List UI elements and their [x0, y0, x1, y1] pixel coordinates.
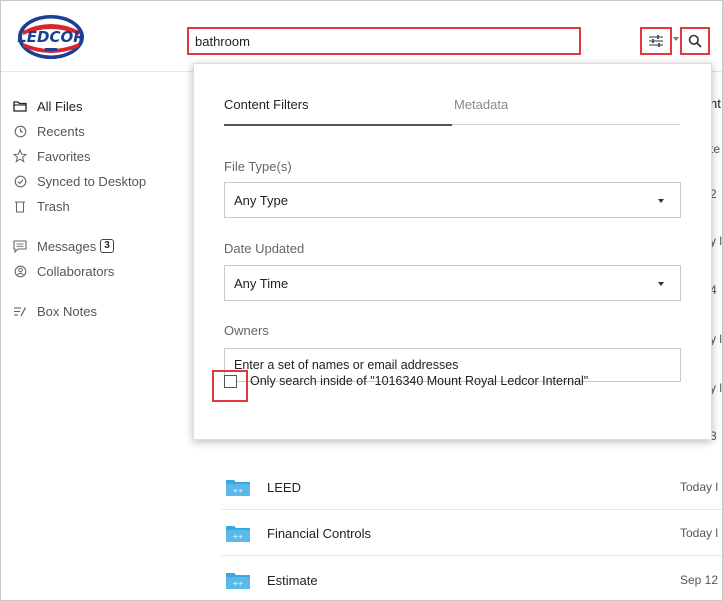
file-row[interactable]: ꔰꔰ LEED Today l	[222, 465, 722, 510]
owners-label: Owners	[224, 323, 269, 338]
sliders-icon	[649, 35, 663, 47]
chevron-down-icon	[658, 282, 664, 286]
messages-count-badge: 3	[100, 239, 114, 253]
file-type-label: File Type(s)	[224, 159, 292, 174]
date-updated-select[interactable]: Any Time	[224, 265, 681, 301]
sidebar-item-label: Synced to Desktop	[37, 173, 147, 189]
shared-folder-icon: ꔰꔰ	[226, 526, 250, 542]
date-updated-value: Any Time	[234, 275, 289, 291]
chevron-down-icon	[658, 199, 664, 203]
file-type-value: Any Type	[234, 192, 288, 208]
file-updated: Sep 12	[680, 573, 719, 587]
sidebar-item-label: Collaborators	[37, 263, 115, 279]
ledcor-logo[interactable]: LEDCOR	[15, 13, 87, 61]
sidebar-item-label: Favorites	[37, 148, 91, 164]
sidebar-item-trash[interactable]: Trash	[13, 196, 70, 216]
check-circle-icon	[13, 174, 27, 188]
sidebar-item-messages[interactable]: Messages 3	[13, 236, 114, 256]
file-updated: Today l	[680, 480, 719, 494]
search-button[interactable]	[680, 27, 710, 55]
scope-checkbox[interactable]	[224, 375, 237, 388]
tab-divider	[452, 124, 680, 125]
sidebar-item-all-files[interactable]: All Files	[13, 96, 83, 116]
star-icon	[13, 149, 27, 163]
file-type-select[interactable]: Any Type	[224, 182, 681, 218]
search-icon	[688, 34, 702, 48]
sidebar-item-label: Recents	[37, 123, 85, 139]
collaborators-icon	[13, 264, 27, 278]
sidebar-item-recents[interactable]: Recents	[13, 121, 85, 141]
svg-text:LEDCOR: LEDCOR	[17, 28, 85, 46]
svg-text:ꔰꔰ: ꔰꔰ	[233, 488, 243, 495]
trash-icon	[13, 199, 27, 213]
file-row[interactable]: ꔰꔰ Financial Controls Today l	[222, 511, 722, 556]
notes-icon	[13, 304, 27, 318]
folder-icon	[13, 99, 27, 113]
file-name[interactable]: Estimate	[267, 573, 318, 588]
file-updated: Today l	[680, 526, 719, 540]
shared-folder-icon: ꔰꔰ	[226, 480, 250, 496]
sidebar-item-synced[interactable]: Synced to Desktop	[13, 171, 146, 191]
sidebar-item-label: Messages	[37, 238, 97, 254]
sidebar-item-label: Trash	[37, 198, 70, 214]
active-tab-indicator	[224, 124, 452, 126]
sidebar-item-box-notes[interactable]: Box Notes	[13, 301, 97, 321]
sidebar-item-label: All Files	[37, 98, 83, 114]
shared-folder-icon: ꔰꔰ	[226, 573, 250, 589]
search-filter-panel: Content Filters Metadata File Type(s) An…	[193, 63, 712, 440]
top-bar: LEDCOR	[1, 1, 722, 72]
file-row[interactable]: ꔰꔰ Estimate Sep 12	[222, 558, 722, 600]
search-input[interactable]	[195, 29, 565, 53]
svg-text:ꔰꔰ: ꔰꔰ	[233, 581, 243, 588]
message-icon	[13, 239, 27, 253]
sidebar-item-favorites[interactable]: Favorites	[13, 146, 90, 166]
svg-text:ꔰꔰ: ꔰꔰ	[233, 534, 243, 541]
date-updated-label: Date Updated	[224, 241, 305, 256]
app-window: LEDCOR bathroom All Files Recents Favori…	[0, 0, 723, 601]
tab-metadata[interactable]: Metadata	[454, 97, 508, 112]
sidebar-item-collaborators[interactable]: Collaborators	[13, 261, 114, 281]
chevron-down-icon[interactable]	[673, 37, 679, 41]
file-name[interactable]: LEED	[267, 480, 301, 495]
search-box	[187, 27, 581, 55]
scope-checkbox-label[interactable]: Only search inside of "1016340 Mount Roy…	[250, 374, 588, 388]
sidebar-item-label: Box Notes	[37, 303, 97, 319]
file-name[interactable]: Financial Controls	[267, 526, 371, 541]
clock-icon	[13, 124, 27, 138]
filter-button[interactable]	[640, 27, 672, 55]
tab-content-filters[interactable]: Content Filters	[224, 97, 309, 112]
